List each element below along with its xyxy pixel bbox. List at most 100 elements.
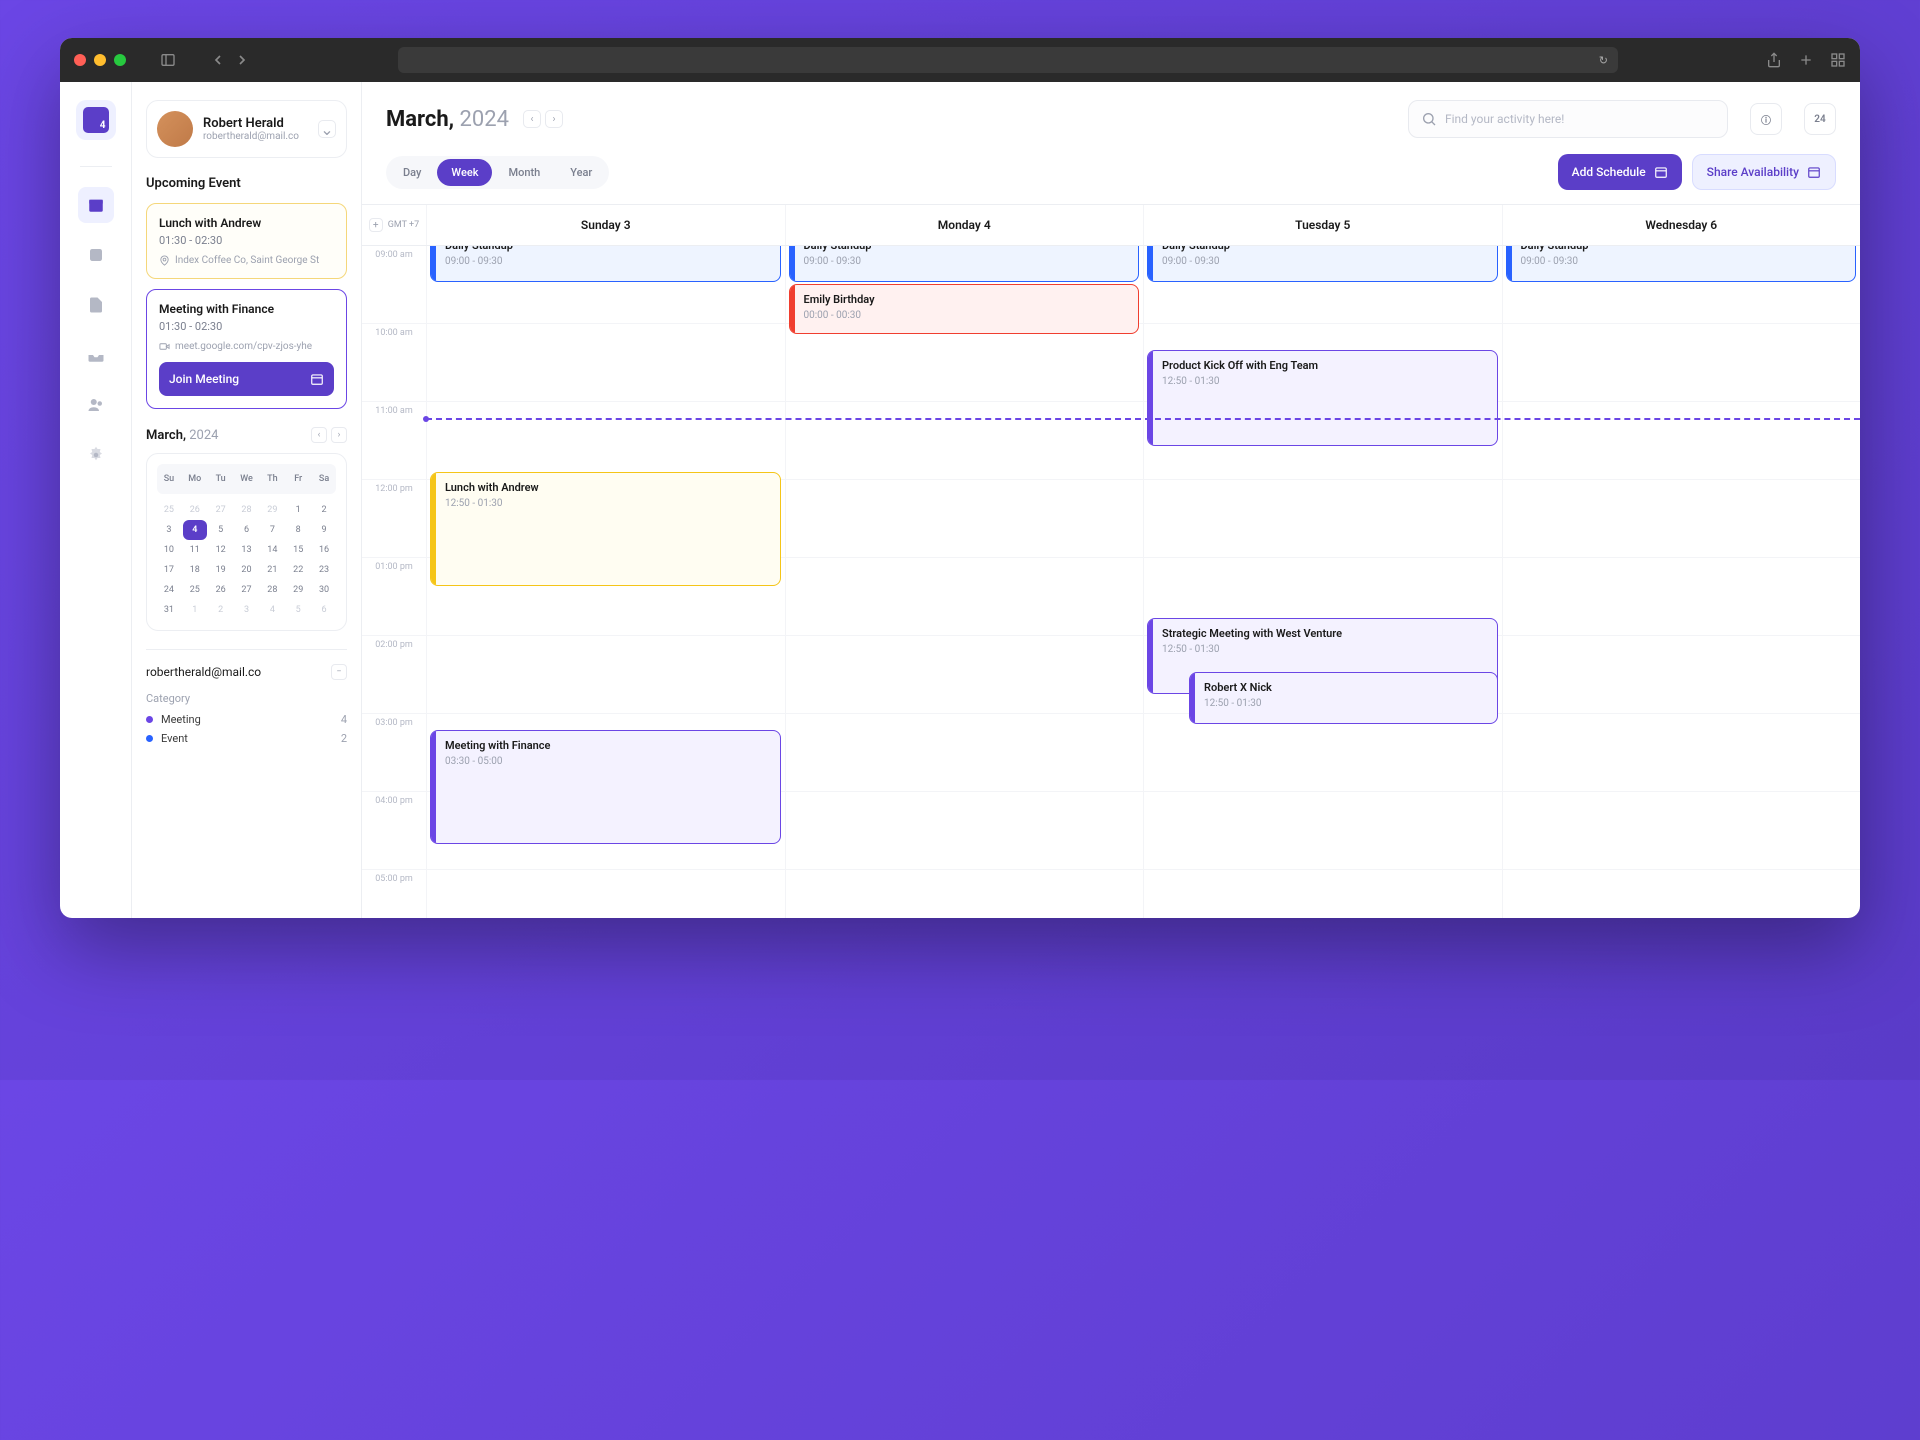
mini-date-cell[interactable]: 7	[260, 520, 284, 540]
mini-date-cell[interactable]: 15	[286, 540, 310, 560]
calendar-event[interactable]: Lunch with Andrew12:50 - 01:30	[430, 472, 781, 586]
mini-date-cell[interactable]: 9	[312, 520, 336, 540]
chevron-down-icon[interactable]: ⌄	[318, 120, 336, 138]
calendar-cell[interactable]	[785, 792, 1144, 869]
mini-date-cell[interactable]: 24	[157, 580, 181, 600]
mini-date-cell[interactable]: 14	[260, 540, 284, 560]
calendar-event[interactable]: Emily Birthday00:00 - 00:30	[789, 284, 1140, 334]
mini-date-cell[interactable]: 13	[235, 540, 259, 560]
collapse-icon[interactable]: −	[331, 664, 347, 680]
nav-documents[interactable]	[78, 287, 114, 323]
view-pill-week[interactable]: Week	[437, 159, 492, 186]
mini-date-cell[interactable]: 22	[286, 560, 310, 580]
calendar-cell[interactable]	[1502, 480, 1861, 557]
mini-date-cell[interactable]: 5	[286, 600, 310, 620]
mini-date-cell[interactable]: 27	[209, 500, 233, 520]
mini-date-cell[interactable]: 2	[209, 600, 233, 620]
mini-date-cell[interactable]: 20	[235, 560, 259, 580]
calendar-cell[interactable]	[426, 870, 785, 918]
calendar-cell[interactable]	[426, 324, 785, 401]
view-pill-day[interactable]: Day	[389, 159, 435, 186]
mini-next-button[interactable]: ›	[331, 427, 347, 443]
calendar-cell[interactable]	[1502, 324, 1861, 401]
share-availability-button[interactable]: Share Availability	[1692, 154, 1836, 190]
search-field[interactable]	[1445, 112, 1715, 126]
calendar-cell[interactable]	[1502, 558, 1861, 635]
mini-date-cell[interactable]: 28	[260, 580, 284, 600]
plus-icon[interactable]	[1798, 52, 1814, 68]
minimize-window-icon[interactable]	[94, 54, 106, 66]
app-logo[interactable]	[76, 100, 116, 140]
mini-date-cell[interactable]: 25	[183, 580, 207, 600]
mini-date-cell[interactable]: 3	[235, 600, 259, 620]
next-button[interactable]: ›	[545, 110, 563, 128]
calendar-cell[interactable]	[1143, 714, 1502, 791]
mini-date-cell[interactable]: 4	[260, 600, 284, 620]
badge-button[interactable]: 24	[1804, 103, 1836, 135]
mini-prev-button[interactable]: ‹	[311, 427, 327, 443]
calendar-cell[interactable]	[1143, 870, 1502, 918]
calendar-cell[interactable]	[1502, 792, 1861, 869]
calendar-event[interactable]: Daily Standup09:00 - 09:30	[430, 246, 781, 282]
prev-button[interactable]: ‹	[523, 110, 541, 128]
mini-date-cell[interactable]: 29	[260, 500, 284, 520]
mini-date-cell[interactable]: 1	[286, 500, 310, 520]
mini-date-cell[interactable]: 30	[312, 580, 336, 600]
nav-calendar[interactable]	[78, 187, 114, 223]
nav-settings[interactable]	[78, 437, 114, 473]
profile-card[interactable]: Robert Herald robertherald@mail.co ⌄	[146, 100, 347, 158]
mini-date-cell[interactable]: 6	[312, 600, 336, 620]
calendar-event[interactable]: Meeting with Finance03:30 - 05:00	[430, 730, 781, 844]
calendar-cell[interactable]	[785, 558, 1144, 635]
calendar-cell[interactable]	[1143, 480, 1502, 557]
mini-date-cell[interactable]: 2	[312, 500, 336, 520]
add-schedule-button[interactable]: Add Schedule	[1558, 154, 1682, 190]
calendar-cell[interactable]	[1502, 870, 1861, 918]
tabs-icon[interactable]	[1830, 52, 1846, 68]
mini-date-cell[interactable]: 11	[183, 540, 207, 560]
mini-date-cell[interactable]: 17	[157, 560, 181, 580]
search-input[interactable]	[1408, 100, 1728, 138]
url-bar[interactable]: ↻	[398, 47, 1618, 73]
add-timezone-icon[interactable]: +	[369, 218, 383, 232]
calendar-cell[interactable]	[1502, 714, 1861, 791]
reload-icon[interactable]: ↻	[1599, 54, 1608, 67]
mini-date-cell[interactable]: 31	[157, 600, 181, 620]
calendar-event[interactable]: Daily Standup09:00 - 09:30	[1506, 246, 1857, 282]
calendar-cell[interactable]	[785, 324, 1144, 401]
sidebar-email-row[interactable]: robertherald@mail.co −	[146, 664, 347, 680]
calendar-cell[interactable]	[785, 402, 1144, 479]
view-pill-year[interactable]: Year	[556, 159, 606, 186]
mini-date-cell[interactable]: 28	[235, 500, 259, 520]
mini-date-cell[interactable]: 3	[157, 520, 181, 540]
join-meeting-button[interactable]: Join Meeting	[159, 362, 334, 396]
mini-date-cell[interactable]: 18	[183, 560, 207, 580]
calendar-cell[interactable]	[426, 636, 785, 713]
mini-date-cell[interactable]: 26	[183, 500, 207, 520]
back-icon[interactable]	[210, 52, 226, 68]
upcoming-event-card[interactable]: Lunch with Andrew 01:30 - 02:30 Index Co…	[146, 203, 347, 279]
calendar-cell[interactable]	[1502, 402, 1861, 479]
nav-inbox[interactable]	[78, 337, 114, 373]
calendar-body[interactable]: 09:00 am10:00 am11:00 am12:00 pm01:00 pm…	[362, 246, 1860, 918]
forward-icon[interactable]	[234, 52, 250, 68]
mini-date-cell[interactable]: 10	[157, 540, 181, 560]
nav-team[interactable]	[78, 387, 114, 423]
mini-date-cell[interactable]: 5	[209, 520, 233, 540]
maximize-window-icon[interactable]	[114, 54, 126, 66]
calendar-cell[interactable]	[1502, 636, 1861, 713]
calendar-cell[interactable]	[1143, 792, 1502, 869]
info-button[interactable]: ⓘ	[1750, 103, 1782, 135]
mini-date-cell[interactable]: 21	[260, 560, 284, 580]
category-row[interactable]: Event2	[146, 732, 347, 745]
calendar-cell[interactable]	[785, 714, 1144, 791]
calendar-cell[interactable]	[426, 402, 785, 479]
mini-date-cell[interactable]: 12	[209, 540, 233, 560]
mini-date-cell[interactable]: 29	[286, 580, 310, 600]
mini-date-cell[interactable]: 16	[312, 540, 336, 560]
sidebar-icon[interactable]	[160, 52, 176, 68]
calendar-event[interactable]: Robert X Nick12:50 - 01:30	[1189, 672, 1498, 724]
upcoming-meeting-card[interactable]: Meeting with Finance 01:30 - 02:30 meet.…	[146, 289, 347, 409]
mini-date-cell[interactable]: 8	[286, 520, 310, 540]
nav-tasks[interactable]	[78, 237, 114, 273]
